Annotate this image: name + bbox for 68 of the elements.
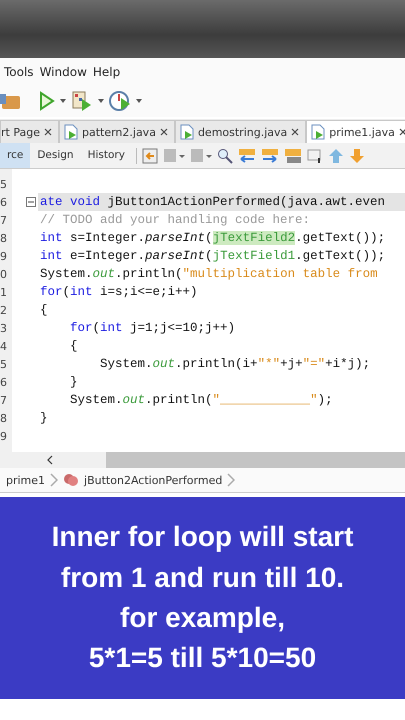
close-icon[interactable] [291,128,300,136]
caption-text: from 1 and run till 10. [60,560,344,595]
code-line: System.out.println(i+"*"+j+"="+i*j); [99,357,370,371]
code-line: System.out.println("multiplication table from [40,267,378,281]
toggle-highlight-icon[interactable] [284,148,302,164]
menu-item[interactable]: Help [92,64,120,78]
line-number: 0 [0,268,8,280]
search-icon[interactable] [216,148,233,164]
line-number: 2 [0,304,8,316]
view-tab[interactable]: History [80,143,132,168]
line-number: 4 [0,340,8,352]
java-file-icon [180,124,194,140]
close-icon[interactable] [44,128,52,136]
close-icon[interactable] [160,128,168,136]
line-number: 6 [0,376,8,388]
line-number: 9 [0,430,8,442]
caption-text: 5*1=5 till 5*10=50 [88,641,316,676]
view-tab[interactable]: rce [0,143,30,168]
caption-text: Inner for loop will start [52,520,354,554]
line-number: 9 [0,250,8,262]
file-tab[interactable]: rt Page [0,120,59,143]
line-number: 7 [0,394,8,406]
code-line: { [69,339,78,353]
file-tab[interactable]: pattern2.java [58,120,175,143]
caret-icon[interactable] [136,99,142,103]
line-number: 3 [0,322,8,334]
selection-icon[interactable] [306,148,323,164]
line-number: 5 [0,178,8,190]
close-icon[interactable] [398,128,405,136]
line-number: 5 [0,358,8,370]
scroll-left-icon[interactable] [46,455,54,465]
code-line: } [40,411,48,425]
back-icon[interactable] [142,148,158,164]
menu-item[interactable]: Window [40,64,87,78]
code-line: for(int i=s;i<=e;i++) [40,285,198,299]
code-line: System.out.println("____________"); [69,393,333,407]
breadcrumb-item[interactable]: jButton2ActionPerformed [84,474,222,486]
debug-icon[interactable] [71,90,93,112]
scrollbar-thumb[interactable] [106,452,405,468]
line-number: 6 [0,196,8,208]
java-file-icon [64,124,78,140]
java-file-icon [311,124,326,140]
line-number: 7 [0,214,8,226]
code-line: } [69,375,78,389]
run-icon[interactable] [39,91,55,111]
caret-icon[interactable] [60,99,66,103]
line-number: 1 [0,286,8,298]
breadcrumb-item[interactable]: prime1 [6,474,46,486]
caption-text: for example, [120,601,285,635]
next-occurrence-icon[interactable] [260,148,279,164]
file-tab[interactable]: demostring.java [174,120,306,143]
line-number: 8 [0,232,8,244]
code-line: int e=Integer.parseInt(jTextField1.getText()); [40,249,386,263]
previous-occurrence-icon[interactable] [238,148,256,164]
caret-icon[interactable] [98,99,104,103]
code-line: for(int j=1;j<=10;j++) [69,321,236,335]
code-line: // TODO add your handling code here: [40,213,310,227]
code-line: ate void jButton1ActionPerformed(java.awt.even [40,195,386,209]
view-tab[interactable]: Design [30,143,81,168]
menu-item[interactable]: Tools [4,64,34,78]
chevron-icon [50,473,58,487]
chevron-icon [227,473,236,487]
collapse-icon[interactable] [26,197,36,207]
file-tab[interactable]: prime1.java [306,120,405,143]
method-icon [63,473,80,487]
code-line: { [40,303,48,317]
line-number: 8 [0,412,8,424]
code-line: int s=Integer.parseInt(jTextField2.getText()); [40,231,386,245]
